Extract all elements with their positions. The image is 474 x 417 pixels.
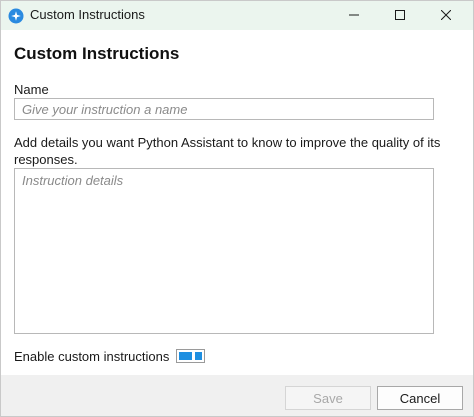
maximize-icon <box>395 7 405 25</box>
enable-custom-instructions-toggle[interactable] <box>176 349 206 363</box>
close-button[interactable] <box>423 1 469 30</box>
save-button[interactable]: Save <box>285 386 371 410</box>
name-input[interactable] <box>14 98 434 120</box>
custom-instructions-dialog: Custom Instructions Custom Instructions … <box>0 0 474 417</box>
cancel-button[interactable]: Cancel <box>377 386 463 410</box>
window-title: Custom Instructions <box>30 7 145 22</box>
close-icon <box>440 7 452 25</box>
dialog-heading: Custom Instructions <box>14 44 180 63</box>
maximize-button[interactable] <box>377 1 423 30</box>
enable-custom-instructions-label: Enable custom instructions <box>14 348 170 364</box>
toggle-knob <box>195 352 203 360</box>
minimize-button[interactable] <box>331 1 377 30</box>
details-label: Add details you want Python Assistant to… <box>14 135 441 167</box>
minimize-icon <box>349 7 359 25</box>
instruction-details-textarea[interactable] <box>14 168 434 334</box>
enable-row: Enable custom instructions <box>14 347 206 365</box>
dialog-footer: Save Cancel <box>1 375 473 416</box>
assistant-sparkle-icon <box>8 8 24 24</box>
title-bar[interactable]: Custom Instructions <box>1 1 473 30</box>
name-label: Name <box>14 82 49 97</box>
toggle-track-fill <box>179 352 193 360</box>
